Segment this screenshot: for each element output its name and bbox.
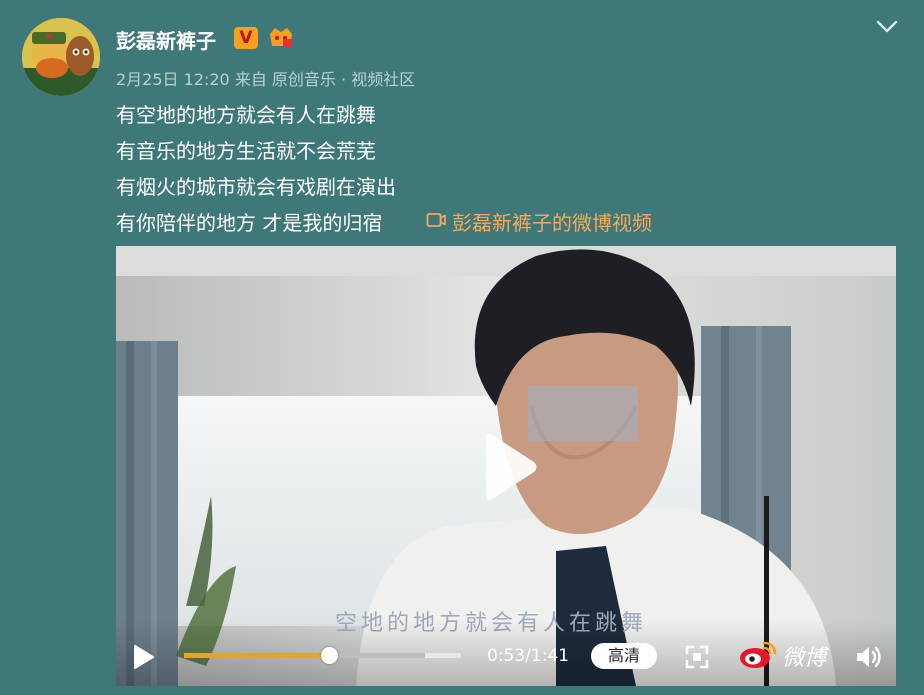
username[interactable]: 彭磊新裤子 [116, 25, 216, 54]
post-meta: 2月25日 12:20 来自 原创音乐 · 视频社区 [116, 66, 415, 90]
fullscreen-icon[interactable] [684, 644, 710, 670]
chevron-down-icon[interactable] [875, 18, 899, 36]
play-icon[interactable] [133, 644, 155, 670]
post-text-line: 有你陪伴的地方 才是我的归宿 [116, 211, 383, 235]
post-text-line: 有空地的地方就会有人在跳舞 [116, 103, 376, 127]
avatar[interactable] [22, 18, 100, 96]
time-display: 0:53/1:41 [487, 646, 570, 666]
progress-fill [184, 653, 330, 658]
post-source[interactable]: 来自 原创音乐 · 视频社区 [235, 70, 415, 89]
progress-bar[interactable] [184, 647, 461, 664]
video-link-label: 彭磊新裤子的微博视频 [452, 211, 652, 235]
vip-level-icon [268, 26, 294, 50]
verified-badge: V [234, 27, 258, 49]
volume-icon[interactable] [855, 644, 883, 670]
weibo-logo-icon [738, 639, 778, 673]
quality-button[interactable]: 高清 [591, 643, 657, 669]
post-text-line: 有音乐的地方生活就不会荒芜 [116, 139, 376, 163]
video-link[interactable]: 彭磊新裤子的微博视频 [426, 207, 652, 236]
play-overlay-icon[interactable] [480, 432, 540, 502]
weibo-logo-text: 微博 [782, 646, 827, 671]
post-timestamp[interactable]: 2月25日 12:20 [116, 70, 230, 89]
weibo-logo: 微博 [738, 639, 826, 673]
video-link-icon [426, 210, 446, 234]
post-text-line: 有烟火的城市就会有戏剧在演出 [116, 175, 396, 199]
